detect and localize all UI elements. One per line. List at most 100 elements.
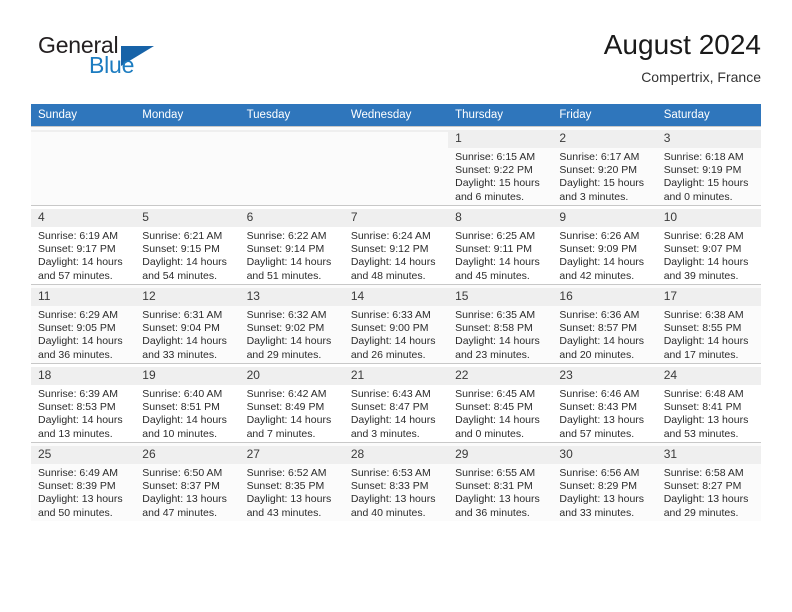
sunset-text: Sunset: 8:31 PM: [455, 480, 533, 493]
sunset-text: Sunset: 8:51 PM: [142, 401, 220, 414]
calendar-day-cell[interactable]: 17 Sunrise: 6:38 AM Sunset: 8:55 PM Dayligh…: [656, 284, 761, 364]
calendar-day-cell[interactable]: 14 Sunrise: 6:33 AM Sunset: 9:00 PM Dayligh…: [343, 284, 449, 364]
daylight-text: Daylight: 14 hours and 26 minutes.: [350, 335, 436, 361]
calendar-day-cell[interactable]: 12 Sunrise: 6:31 AM Sunset: 9:04 PM Dayligh…: [135, 284, 240, 364]
calendar-day-cell[interactable]: 31 Sunrise: 6:58 AM Sunset: 8:27 PM Dayligh…: [656, 442, 761, 521]
calendar-day-cell[interactable]: 11 Sunrise: 6:29 AM Sunset: 9:05 PM Dayligh…: [31, 284, 136, 364]
daylight-text: Daylight: 14 hours and 13 minutes.: [38, 414, 123, 440]
day-sun-info: Sunrise: 6:35 AM Sunset: 8:58 PM Daylight:…: [455, 306, 546, 362]
sunset-text: Sunset: 9:05 PM: [38, 322, 116, 335]
day-number: 15: [448, 288, 553, 306]
calendar-day-cell[interactable]: 10 Sunrise: 6:28 AM Sunset: 9:07 PM Dayligh…: [656, 205, 761, 285]
sunset-text: Sunset: 9:00 PM: [350, 322, 429, 335]
sunset-text: Sunset: 9:07 PM: [663, 243, 742, 256]
daylight-text: Daylight: 13 hours and 29 minutes.: [663, 493, 749, 519]
day-sun-info: Sunrise: 6:40 AM Sunset: 8:51 PM Daylight:…: [142, 385, 233, 441]
day-number: 30: [552, 446, 657, 464]
daylight-text: Daylight: 14 hours and 33 minutes.: [142, 335, 227, 361]
calendar-day-cell[interactable]: 9 Sunrise: 6:26 AM Sunset: 9:09 PM Daylight…: [552, 205, 657, 285]
day-number: 11: [31, 288, 136, 306]
day-cell-inner: 9 Sunrise: 6:26 AM Sunset: 9:09 PM Daylight…: [552, 206, 657, 283]
calendar-day-cell[interactable]: 18 Sunrise: 6:39 AM Sunset: 8:53 PM Dayligh…: [31, 363, 136, 443]
calendar-day-cell[interactable]: 8 Sunrise: 6:25 AM Sunset: 9:11 PM Daylight…: [448, 205, 553, 285]
sunrise-text: Sunrise: 6:49 AM: [38, 467, 118, 479]
calendar-day-cell[interactable]: 19 Sunrise: 6:40 AM Sunset: 8:51 PM Dayligh…: [135, 363, 240, 443]
day-cell-inner: 31 Sunrise: 6:58 AM Sunset: 8:27 PM Dayligh…: [656, 443, 761, 520]
calendar-table: Sunday Monday Tuesday Wednesday Thursday…: [31, 104, 761, 521]
calendar-day-cell[interactable]: 29 Sunrise: 6:55 AM Sunset: 8:31 PM Dayligh…: [448, 442, 553, 521]
day-number: 22: [448, 367, 553, 385]
day-cell-inner: 12 Sunrise: 6:31 AM Sunset: 9:04 PM Dayligh…: [135, 285, 240, 362]
sunrise-text: Sunrise: 6:19 AM: [38, 230, 118, 242]
day-cell-inner: 30 Sunrise: 6:56 AM Sunset: 8:29 PM Dayligh…: [552, 443, 657, 520]
day-number: 3: [656, 130, 761, 148]
day-cell-inner: 28 Sunrise: 6:53 AM Sunset: 8:33 PM Dayligh…: [343, 443, 449, 520]
day-number: [239, 130, 344, 132]
day-number: 9: [552, 209, 657, 227]
calendar-day-cell[interactable]: 6 Sunrise: 6:22 AM Sunset: 9:14 PM Daylight…: [239, 205, 344, 285]
day-number: 31: [656, 446, 761, 464]
brand-logo[interactable]: General Blue: [31, 32, 251, 88]
day-number: 20: [239, 367, 344, 385]
day-sun-info: Sunrise: 6:18 AM Sunset: 9:19 PM Daylight:…: [664, 148, 755, 204]
day-cell-inner: 26 Sunrise: 6:50 AM Sunset: 8:37 PM Dayligh…: [135, 443, 240, 520]
page-title: August 2024: [603, 29, 761, 60]
page-header: General Blue August 2024 Compertrix, Fra…: [31, 28, 761, 96]
calendar-day-cell[interactable]: 3 Sunrise: 6:18 AM Sunset: 9:19 PM Daylight…: [656, 126, 761, 206]
calendar-day-cell[interactable]: 27 Sunrise: 6:52 AM Sunset: 8:35 PM Dayligh…: [239, 442, 344, 521]
daylight-text: Daylight: 15 hours and 0 minutes.: [663, 177, 749, 203]
sunset-text: Sunset: 8:55 PM: [663, 322, 742, 335]
daylight-text: Daylight: 14 hours and 45 minutes.: [455, 256, 540, 282]
day-number: 17: [656, 288, 761, 306]
daylight-text: Daylight: 13 hours and 50 minutes.: [38, 493, 123, 519]
day-cell-inner: 5 Sunrise: 6:21 AM Sunset: 9:15 PM Daylight…: [135, 206, 240, 283]
calendar-day-cell[interactable]: 22 Sunrise: 6:45 AM Sunset: 8:45 PM Dayligh…: [448, 363, 553, 443]
sunset-text: Sunset: 9:12 PM: [350, 243, 429, 256]
sunset-text: Sunset: 8:35 PM: [246, 480, 325, 493]
daylight-text: Daylight: 14 hours and 51 minutes.: [246, 256, 332, 282]
day-sun-info: Sunrise: 6:25 AM Sunset: 9:11 PM Daylight:…: [455, 227, 546, 283]
calendar-week-row: 4 Sunrise: 6:19 AM Sunset: 9:17 PM Daylight…: [31, 205, 761, 285]
day-cell-inner: 29 Sunrise: 6:55 AM Sunset: 8:31 PM Dayligh…: [448, 443, 553, 520]
daylight-text: Daylight: 14 hours and 3 minutes.: [350, 414, 436, 440]
calendar-day-cell[interactable]: 2 Sunrise: 6:17 AM Sunset: 9:20 PM Daylight…: [552, 126, 657, 206]
sunset-text: Sunset: 8:49 PM: [246, 401, 325, 414]
calendar-day-cell[interactable]: 1 Sunrise: 6:15 AM Sunset: 9:22 PM Daylight…: [448, 126, 553, 206]
calendar-day-cell[interactable]: 25 Sunrise: 6:49 AM Sunset: 8:39 PM Dayligh…: [31, 442, 136, 521]
daylight-text: Daylight: 13 hours and 33 minutes.: [559, 493, 645, 519]
sunrise-text: Sunrise: 6:58 AM: [663, 467, 744, 479]
calendar-day-cell[interactable]: 7 Sunrise: 6:24 AM Sunset: 9:12 PM Daylight…: [343, 205, 449, 285]
calendar-day-cell[interactable]: 26 Sunrise: 6:50 AM Sunset: 8:37 PM Dayligh…: [135, 442, 240, 521]
calendar-day-cell[interactable]: 20 Sunrise: 6:42 AM Sunset: 8:49 PM Dayligh…: [239, 363, 344, 443]
day-sun-info: Sunrise: 6:53 AM Sunset: 8:33 PM Daylight:…: [351, 464, 442, 520]
day-cell-inner: 4 Sunrise: 6:19 AM Sunset: 9:17 PM Daylight…: [31, 206, 136, 283]
calendar-day-cell[interactable]: 24 Sunrise: 6:48 AM Sunset: 8:41 PM Dayligh…: [656, 363, 761, 443]
calendar-day-cell[interactable]: 30 Sunrise: 6:56 AM Sunset: 8:29 PM Dayligh…: [552, 442, 657, 521]
sunset-text: Sunset: 9:22 PM: [455, 164, 533, 177]
day-number: 23: [552, 367, 657, 385]
calendar-day-cell[interactable]: 4 Sunrise: 6:19 AM Sunset: 9:17 PM Daylight…: [31, 205, 136, 285]
calendar-day-cell[interactable]: 5 Sunrise: 6:21 AM Sunset: 9:15 PM Daylight…: [135, 205, 240, 285]
day-number: 6: [239, 209, 344, 227]
daylight-text: Daylight: 14 hours and 29 minutes.: [246, 335, 332, 361]
calendar-page: General Blue August 2024 Compertrix, Fra…: [0, 0, 792, 612]
calendar-day-cell[interactable]: 13 Sunrise: 6:32 AM Sunset: 9:02 PM Dayligh…: [239, 284, 344, 364]
calendar-week-row: 11 Sunrise: 6:29 AM Sunset: 9:05 PM Dayligh…: [31, 284, 761, 364]
calendar-day-cell[interactable]: 16 Sunrise: 6:36 AM Sunset: 8:57 PM Dayligh…: [552, 284, 657, 364]
calendar-day-cell[interactable]: 28 Sunrise: 6:53 AM Sunset: 8:33 PM Dayligh…: [343, 442, 449, 521]
calendar-day-cell[interactable]: 23 Sunrise: 6:46 AM Sunset: 8:43 PM Dayligh…: [552, 363, 657, 443]
day-cell-inner: 25 Sunrise: 6:49 AM Sunset: 8:39 PM Dayligh…: [31, 443, 136, 520]
sunset-text: Sunset: 9:20 PM: [559, 164, 638, 177]
day-number: 24: [656, 367, 761, 385]
calendar-day-cell[interactable]: 21 Sunrise: 6:43 AM Sunset: 8:47 PM Dayligh…: [343, 363, 449, 443]
day-sun-info: Sunrise: 6:36 AM Sunset: 8:57 PM Daylight:…: [559, 306, 650, 362]
sunrise-text: Sunrise: 6:32 AM: [246, 309, 327, 321]
day-cell-inner: 7 Sunrise: 6:24 AM Sunset: 9:12 PM Daylight…: [343, 206, 449, 283]
sunrise-text: Sunrise: 6:39 AM: [38, 388, 118, 400]
calendar-day-cell[interactable]: 15 Sunrise: 6:35 AM Sunset: 8:58 PM Dayligh…: [448, 284, 553, 364]
day-cell-inner: 20 Sunrise: 6:42 AM Sunset: 8:49 PM Dayligh…: [239, 364, 344, 441]
sunrise-text: Sunrise: 6:38 AM: [663, 309, 744, 321]
sunset-text: Sunset: 9:15 PM: [142, 243, 220, 256]
day-sun-info: Sunrise: 6:52 AM Sunset: 8:35 PM Daylight:…: [247, 464, 338, 520]
sunrise-text: Sunrise: 6:40 AM: [142, 388, 223, 400]
